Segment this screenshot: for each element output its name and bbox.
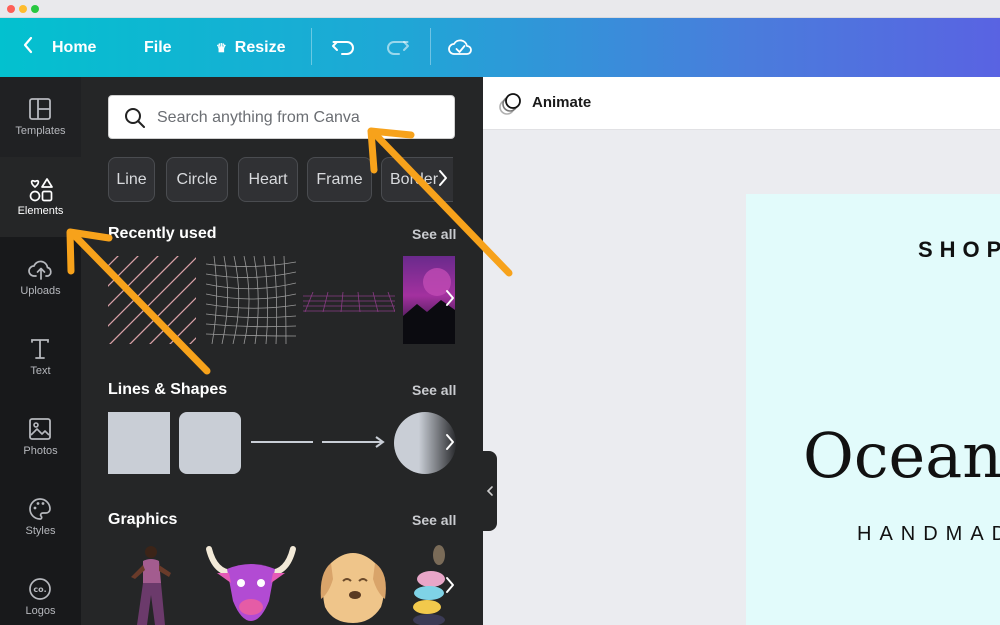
graphics-next-arrow-icon[interactable] [444, 576, 456, 600]
undo-icon[interactable] [331, 34, 357, 60]
search-icon [125, 108, 145, 128]
toolbar-divider [311, 28, 312, 65]
graphic-bull-head[interactable] [205, 543, 297, 625]
chip-circle[interactable]: Circle [166, 157, 228, 202]
resize-label: Resize [234, 38, 286, 56]
rail-item-elements[interactable]: Elements [0, 157, 81, 237]
crown-icon: ♛ [216, 40, 227, 55]
rail-item-uploads[interactable]: Uploads [0, 237, 81, 317]
photos-icon [29, 418, 51, 440]
file-label: File [144, 38, 172, 56]
chips-next-arrow-icon[interactable] [437, 169, 449, 193]
search-box[interactable] [108, 95, 455, 139]
home-label: Home [52, 38, 97, 56]
collapse-panel-tab[interactable] [483, 451, 497, 531]
graphic-dog-head[interactable] [311, 543, 395, 625]
logo-icon: co. [29, 578, 51, 600]
upload-cloud-icon [28, 260, 52, 280]
chip-heart[interactable]: Heart [238, 157, 298, 202]
palette-icon [29, 498, 51, 520]
rail-label-templates: Templates [15, 125, 66, 137]
see-all-recently-used[interactable]: See all [412, 226, 456, 242]
app-window: Home File ♛ Resize Templates Elements Up… [0, 0, 1000, 625]
home-button[interactable]: Home [22, 18, 96, 77]
rail-item-styles[interactable]: Styles [0, 477, 81, 557]
left-nav-rail: Templates Elements Uploads Text Photos S… [0, 77, 81, 625]
shape-arrow-line[interactable] [322, 432, 386, 452]
chip-frame[interactable]: Frame [307, 157, 372, 202]
cloud-saved-icon[interactable] [447, 34, 473, 60]
templates-icon [29, 98, 51, 120]
see-all-graphics[interactable]: See all [412, 512, 456, 528]
text-icon [31, 339, 49, 359]
suggestion-chips: Line Circle Heart Frame Border [108, 157, 453, 203]
shape-line[interactable] [251, 432, 313, 452]
rail-label-photos: Photos [23, 445, 58, 457]
shapes-next-arrow-icon[interactable] [444, 433, 456, 457]
editor-canvas-area: Animate SHOP Ocean HANDMADE [483, 77, 1000, 625]
maximize-window-dot[interactable] [31, 5, 39, 13]
svg-text:co.: co. [33, 585, 46, 594]
elements-panel: Line Circle Heart Frame Border Recently … [81, 77, 483, 625]
see-all-lines-shapes[interactable]: See all [412, 382, 456, 398]
shape-square[interactable] [108, 412, 170, 474]
close-window-dot[interactable] [7, 5, 15, 13]
section-title-recently-used: Recently used [108, 225, 217, 242]
rail-label-uploads: Uploads [20, 285, 61, 297]
rail-item-photos[interactable]: Photos [0, 397, 81, 477]
toolbar-divider [430, 28, 431, 65]
resize-button[interactable]: ♛ Resize [216, 18, 285, 77]
design-page[interactable]: SHOP Ocean HANDMADE [746, 194, 1000, 625]
rail-item-logos[interactable]: co. Logos [0, 557, 81, 625]
rail-label-elements: Elements [17, 205, 64, 217]
rail-label-text: Text [30, 365, 51, 377]
elements-icon [29, 178, 53, 202]
top-toolbar: Home File ♛ Resize [0, 18, 1000, 77]
graphic-dancing-woman[interactable] [117, 543, 187, 625]
rail-label-styles: Styles [25, 525, 56, 537]
rail-item-text[interactable]: Text [0, 317, 81, 397]
page-text-handmade[interactable]: HANDMADE [857, 523, 1000, 546]
page-text-ocean[interactable]: Ocean [803, 419, 1000, 492]
rail-label-logos: Logos [25, 605, 56, 617]
minimize-window-dot[interactable] [19, 5, 27, 13]
chevron-left-icon [486, 486, 493, 496]
animate-toolbar: Animate [483, 77, 1000, 130]
page-text-shop[interactable]: SHOP [918, 237, 1000, 263]
recent-thumb-warped-grid[interactable] [206, 256, 296, 344]
redo-icon[interactable] [384, 34, 410, 60]
file-menu-button[interactable]: File [144, 18, 172, 77]
recent-thumb-perspective-grid[interactable] [303, 292, 395, 312]
recent-next-arrow-icon[interactable] [444, 289, 456, 313]
recent-thumb-diagonal-lines[interactable] [108, 256, 196, 344]
animate-icon[interactable] [498, 91, 524, 117]
shape-rounded-square[interactable] [179, 412, 241, 474]
chip-line[interactable]: Line [108, 157, 155, 202]
section-title-graphics: Graphics [108, 511, 178, 528]
section-title-lines-shapes: Lines & Shapes [108, 381, 228, 398]
window-titlebar [0, 0, 1000, 18]
chevron-left-icon [22, 36, 34, 60]
rail-item-templates[interactable]: Templates [0, 77, 81, 157]
animate-button[interactable]: Animate [532, 94, 591, 111]
search-input[interactable] [157, 106, 437, 130]
